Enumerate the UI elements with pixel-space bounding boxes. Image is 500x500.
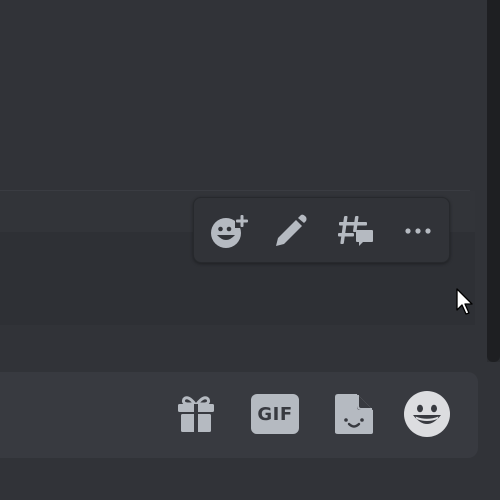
scrollbar-thumb[interactable] [487,0,500,362]
sticker-button[interactable] [330,390,376,438]
more-options-button[interactable] [397,210,439,252]
emoji-button[interactable] [402,389,452,439]
gif-label: GIF [257,403,293,425]
edit-message-button[interactable] [267,210,309,252]
gif-icon: GIF [251,394,299,434]
message-list [0,0,500,190]
pencil-icon [276,214,307,246]
sticker-icon [335,394,373,434]
gif-button[interactable]: GIF [250,390,300,438]
message-composer[interactable]: GIF [0,372,478,458]
message-hover-toolbar [193,197,450,263]
thread-icon [338,216,373,246]
gift-button[interactable] [172,390,220,438]
emoji-plus-icon [211,214,249,248]
smiley-icon [404,391,450,437]
mouse-cursor-icon [456,288,473,315]
add-reaction-button[interactable] [207,210,249,252]
create-thread-button[interactable] [335,210,377,252]
gift-icon [178,396,214,432]
ellipsis-icon [405,228,431,234]
chat-area: GIF [0,0,500,500]
